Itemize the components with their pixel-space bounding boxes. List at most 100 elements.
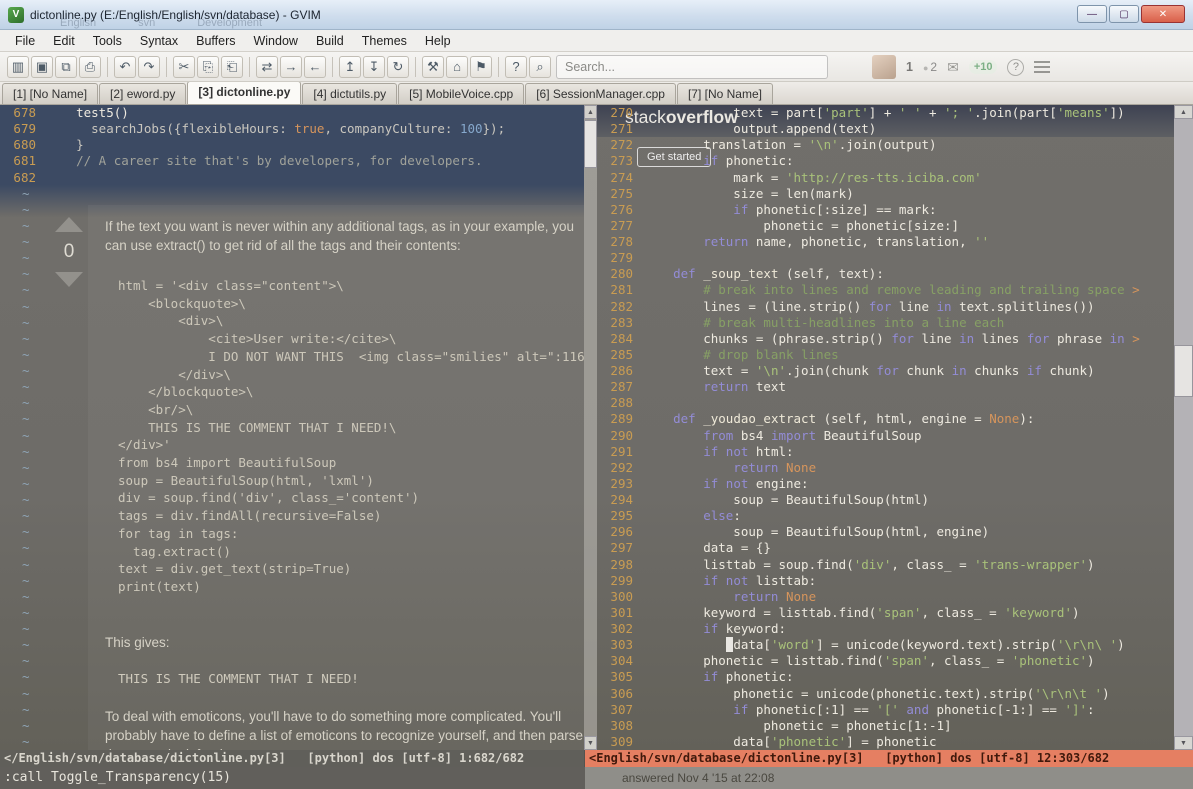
code-text: if not engine:	[643, 475, 809, 491]
menu-item[interactable]: Syntax	[131, 32, 187, 50]
tilde-marker: ~	[22, 604, 30, 620]
menu-item[interactable]: Buffers	[187, 32, 244, 50]
toolbar-paste-button[interactable]: ⎗	[221, 55, 243, 78]
tilde-marker: ~	[22, 492, 30, 507]
line-number: 283	[610, 314, 633, 330]
status-bar: </English/svn/database/dictonline.py[3] …	[0, 750, 1193, 767]
empty-line: ~	[0, 621, 584, 637]
empty-line: ~	[0, 266, 584, 282]
toolbar-open-button[interactable]: ▥	[7, 55, 29, 78]
menu-item[interactable]: Help	[416, 32, 460, 50]
badge-count: 2	[923, 60, 937, 74]
code-line: 280 def _soup_text (self, text):	[597, 266, 1174, 282]
empty-line: ~	[0, 411, 584, 427]
answered-timestamp: answered Nov 4 '15 at 22:08	[622, 771, 775, 785]
toolbar-buttons: ▥ ▣ ⧉ ⎙ ↶ ↷ ✂ ⎘ ⎗ ⇄ → ← ↥ ↧ ↻ ⚒ ⌂ ⚑? ⌕	[6, 55, 552, 78]
line-number: 291	[610, 443, 633, 459]
code-text: data['phonetic'] = phonetic	[643, 733, 937, 749]
menu-item[interactable]: Themes	[353, 32, 416, 50]
code-line: 303 data['word'] = unicode(keyword.text)…	[597, 637, 1174, 653]
menu-item[interactable]: Edit	[44, 32, 84, 50]
buffer-tab[interactable]: [4] dictutils.py	[302, 83, 398, 104]
toolbar-make-button[interactable]: ⚒	[422, 55, 444, 78]
toolbar-find-replace-button[interactable]: ⇄	[256, 55, 278, 78]
empty-line: ~	[0, 379, 584, 395]
tilde-marker: ~	[22, 685, 30, 701]
code-text: // A career site that's by developers, f…	[46, 153, 483, 169]
line-number: 280	[610, 266, 633, 282]
title-bar[interactable]: V dictonline.py (E:/English/English/svn/…	[0, 0, 1193, 30]
code-line: 271 output.append(text)	[597, 121, 1174, 137]
toolbar-help-button[interactable]: ?	[505, 55, 527, 78]
gvim-window: V dictonline.py (E:/English/English/svn/…	[0, 0, 1193, 789]
menu-item[interactable]: Window	[244, 32, 306, 50]
close-button[interactable]: ✕	[1141, 5, 1185, 23]
toolbar-find-help-button[interactable]: ⌕	[529, 55, 551, 78]
toolbar-cut-button[interactable]: ✂	[173, 55, 195, 78]
tilde-marker: ~	[22, 395, 30, 411]
code-text: output.append(text)	[643, 121, 877, 137]
toolbar-session-load-button[interactable]: ↥	[339, 55, 361, 78]
maximize-button[interactable]: ▢	[1109, 5, 1139, 23]
scroll-up-arrow[interactable]: ▲	[1174, 105, 1193, 119]
empty-line: ~	[0, 669, 584, 685]
scroll-down-arrow[interactable]: ▼	[1174, 736, 1193, 750]
toolbar-redo-button[interactable]: ↷	[138, 55, 160, 78]
toolbar-build-tags-button[interactable]: ⌂	[446, 55, 468, 78]
right-window[interactable]: stackoverflow Get started 270 text = par…	[597, 105, 1174, 750]
buffer-tab[interactable]: [2] eword.py	[99, 83, 187, 104]
toolbar-copy-button[interactable]: ⎘	[197, 55, 219, 78]
code-line: 276 if phonetic[:size] == mark:	[597, 202, 1174, 218]
empty-line: ~	[0, 218, 584, 234]
buffer-tab[interactable]: [7] [No Name]	[676, 83, 773, 104]
line-number: 680	[13, 137, 36, 153]
toolbar-run-script-button[interactable]: ↻	[387, 55, 409, 78]
empty-line: ~	[0, 476, 584, 492]
code-line: 681 // A career site that's by developer…	[0, 153, 584, 169]
menu-item[interactable]: Tools	[84, 32, 131, 50]
editor-area: 0 If the text you want is never within a…	[0, 105, 1193, 750]
toolbar-save-all-button[interactable]: ⧉	[55, 55, 77, 78]
empty-line: ~	[0, 460, 584, 476]
left-window[interactable]: 0 If the text you want is never within a…	[0, 105, 584, 750]
toolbar-undo-button[interactable]: ↶	[114, 55, 136, 78]
empty-line: ~	[0, 234, 584, 250]
line-number: 306	[610, 685, 633, 701]
toolbar-tag-jump-button[interactable]: ⚑	[470, 55, 492, 78]
toolbar-print-button[interactable]: ⎙	[79, 55, 101, 78]
menu-item[interactable]: Build	[307, 32, 353, 50]
line-number: 278	[610, 234, 633, 249]
code-line: 307 if phonetic[:1] == '[' and phonetic[…	[597, 702, 1174, 718]
buffer-tab[interactable]: [1] [No Name]	[2, 83, 99, 104]
line-number: 271	[610, 121, 633, 137]
toolbar-save-button[interactable]: ▣	[31, 55, 53, 78]
scrollbar-thumb[interactable]	[1174, 345, 1193, 397]
code-text: if not listtab:	[643, 572, 817, 588]
scroll-up-arrow[interactable]: ▲	[584, 105, 597, 119]
menu-item[interactable]: File	[6, 32, 44, 50]
empty-line: ~	[0, 395, 584, 411]
scrollbar-thumb[interactable]	[584, 120, 597, 168]
line-number: 679	[13, 121, 36, 137]
toolbar-find-next-button[interactable]: →	[280, 55, 302, 78]
command-line[interactable]: :call Toggle_Transparency(15) answered N…	[0, 767, 1193, 789]
ghost-tab-label: Development	[197, 17, 263, 29]
toolbar-separator	[249, 56, 250, 77]
line-number: 295	[610, 508, 633, 524]
buffer-tab[interactable]: [6] SessionManager.cpp	[525, 83, 676, 104]
left-window-scrollbar[interactable]: ▲ ▼	[584, 105, 597, 750]
code-text: # break multi-headlines into a line each	[643, 314, 1005, 330]
minimize-button[interactable]: —	[1077, 5, 1107, 23]
toolbar-find-prev-button[interactable]: ←	[304, 55, 326, 78]
code-text: size = len(mark)	[643, 185, 854, 201]
code-line: 294 soup = BeautifulSoup(html)	[597, 492, 1174, 508]
buffer-tab[interactable]: [5] MobileVoice.cpp	[398, 83, 525, 104]
toolbar-session-save-button[interactable]: ↧	[363, 55, 385, 78]
code-line: 301 keyword = listtab.find('span', class…	[597, 605, 1174, 621]
buffer-tab[interactable]: [3] dictonline.py	[187, 81, 302, 104]
right-window-scrollbar[interactable]: ▲ ▼	[1174, 105, 1193, 750]
tilde-marker: ~	[22, 266, 30, 282]
code-text: lines = (line.strip() for line in text.s…	[643, 298, 1095, 314]
scroll-down-arrow[interactable]: ▼	[584, 736, 597, 750]
tilde-marker: ~	[22, 669, 30, 685]
